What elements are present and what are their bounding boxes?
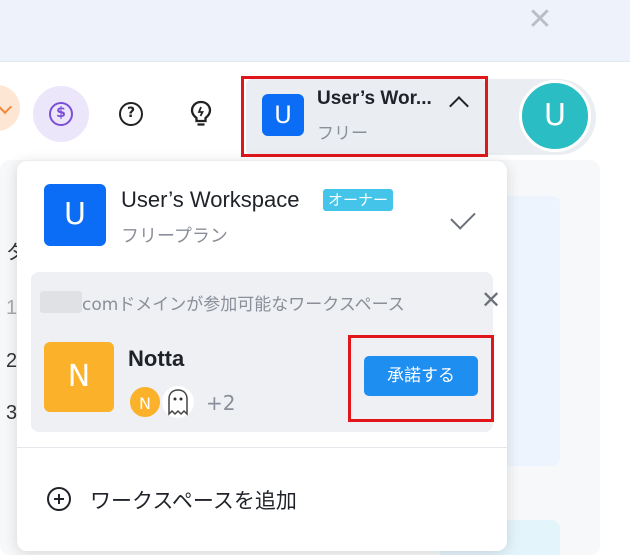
divider xyxy=(17,447,507,448)
current-workspace-plan: フリープラン xyxy=(121,226,228,247)
notta-workspace-name: Notta xyxy=(128,346,185,371)
current-workspace-title[interactable]: User’s Workspace xyxy=(121,187,300,213)
user-avatar[interactable]: U xyxy=(519,80,591,152)
current-workspace-avatar: U xyxy=(44,184,106,246)
member-count-more: +2 xyxy=(206,391,236,415)
lightbulb-icon xyxy=(190,100,212,126)
highlight-frame xyxy=(348,335,494,422)
banner-close-icon[interactable]: ✕ xyxy=(526,5,554,35)
plus-circle-icon xyxy=(47,487,71,511)
highlight-frame xyxy=(241,76,488,157)
background-row-text: 1 xyxy=(6,297,18,319)
tips-button[interactable] xyxy=(173,86,229,142)
help-button[interactable]: ? xyxy=(103,86,159,142)
member-avatar: N xyxy=(128,385,162,419)
background-row-text: 2 xyxy=(6,350,18,372)
close-icon[interactable]: ✕ xyxy=(481,288,501,312)
ghost-avatar-icon xyxy=(160,384,196,420)
redacted-domain xyxy=(40,291,82,313)
notta-workspace-avatar: N xyxy=(44,342,114,412)
question-circle-icon: ? xyxy=(119,102,143,126)
owner-role-badge: オーナー xyxy=(323,189,394,211)
add-workspace-label: ワークスペースを追加 xyxy=(90,489,297,513)
background-row-text: 3 xyxy=(6,402,18,424)
billing-button[interactable]: $ xyxy=(33,86,89,142)
invite-title: comドメインが参加可能なワークスペース xyxy=(82,295,405,315)
dollar-circle-icon: $ xyxy=(49,102,73,126)
